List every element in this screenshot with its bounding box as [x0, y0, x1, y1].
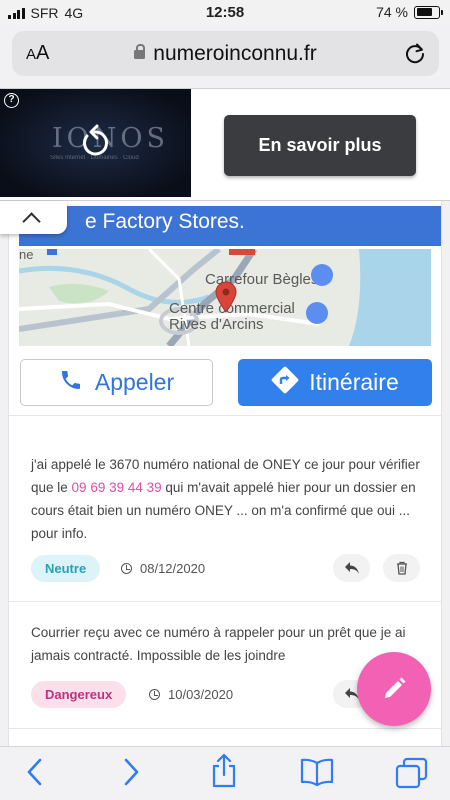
directions-button[interactable]: Itinéraire [238, 359, 432, 406]
forward-icon[interactable] [120, 757, 142, 792]
mall-marker-icon[interactable] [306, 302, 328, 324]
url-text: numeroinconnu.fr [153, 42, 317, 65]
map-label-edge: ne [19, 249, 34, 262]
status-bar: SFR 4G 12:58 74 % [0, 0, 450, 26]
reply-button[interactable] [333, 554, 370, 582]
rating-badge-dangerous: Dangereux [31, 681, 127, 708]
back-icon[interactable] [24, 757, 46, 792]
share-icon[interactable] [210, 753, 238, 794]
directions-label: Itinéraire [309, 369, 399, 395]
comment-separator [9, 728, 441, 729]
write-comment-button[interactable] [357, 652, 431, 726]
call-button[interactable]: Appeler [20, 359, 213, 406]
lock-icon [134, 44, 146, 59]
map-label-mall: Centre commercial Rives d'Arcins [169, 300, 295, 333]
ad-video[interactable]: IONOS Sites Internet · Domaines · Cloud … [0, 89, 191, 197]
chevron-up-icon [22, 212, 41, 231]
address-bar[interactable]: AA numeroinconnu.fr [12, 31, 439, 76]
divider [9, 415, 441, 416]
phone-icon [59, 368, 83, 398]
ad-banner: IONOS Sites Internet · Domaines · Cloud … [0, 88, 450, 201]
battery-icon [414, 5, 443, 19]
learn-more-button[interactable]: En savoir plus [224, 115, 416, 176]
delete-button[interactable] [383, 554, 420, 582]
trash-icon [396, 561, 407, 575]
help-icon[interactable]: ? [4, 93, 19, 108]
replay-icon[interactable] [79, 124, 111, 163]
comment-date: 10/03/2020 [149, 687, 233, 702]
call-label: Appeler [94, 369, 175, 395]
phone-number-link[interactable]: 09 69 39 44 39 [72, 480, 162, 495]
comment-separator [9, 601, 441, 602]
comment-date-text: 08/12/2020 [140, 561, 206, 576]
comment-text: j'ai appelé le 3670 numéro national de O… [31, 453, 426, 545]
bookmarks-icon[interactable] [299, 757, 335, 792]
battery-percent: 74 % [376, 4, 408, 20]
reload-icon[interactable] [403, 41, 427, 70]
clock-icon [149, 689, 160, 700]
browser-toolbar [0, 746, 450, 800]
pencil-icon [385, 677, 406, 698]
collapse-ad-button[interactable] [0, 201, 67, 234]
comment-date: 08/12/2020 [121, 561, 205, 576]
map-view[interactable]: ne Carrefour Bègles Centre commercial Ri… [19, 249, 431, 346]
place-banner: e Factory Stores. [19, 206, 441, 246]
rating-badge-neutral: Neutre [31, 555, 101, 582]
battery-info: 74 % [376, 4, 443, 20]
tabs-icon[interactable] [394, 757, 428, 794]
directions-icon [271, 366, 299, 400]
comment-text: Courrier reçu avec ce numéro à rappeler … [31, 625, 406, 663]
clock-icon [121, 563, 132, 574]
url-display[interactable]: numeroinconnu.fr [12, 42, 439, 66]
reply-icon [344, 562, 359, 574]
comment-date-text: 10/03/2020 [168, 687, 234, 702]
shop-marker-icon[interactable] [311, 264, 333, 286]
